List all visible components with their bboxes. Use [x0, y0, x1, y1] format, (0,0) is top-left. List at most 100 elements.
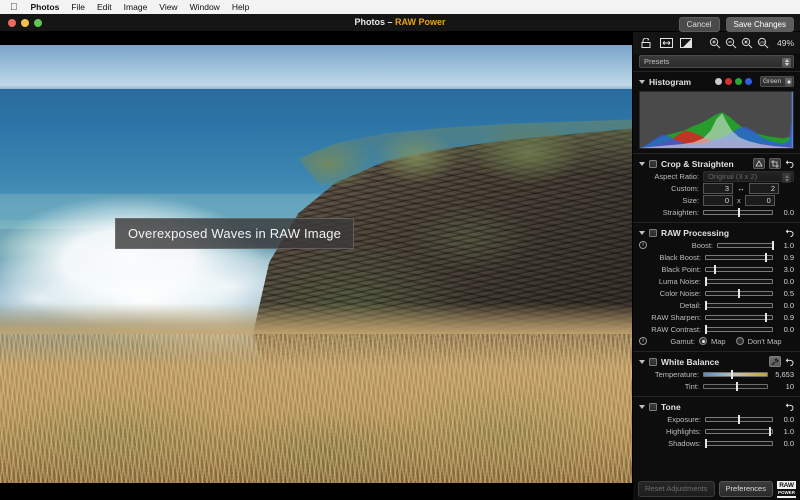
histogram-channel-dropdown[interactable]: Green: [760, 76, 794, 87]
slider-control[interactable]: [705, 426, 773, 436]
histogram-dot-white[interactable]: [715, 78, 722, 85]
tone-revert-icon[interactable]: [785, 402, 794, 412]
reset-adjustments-button[interactable]: Reset Adjustments: [638, 481, 715, 497]
slider-row: Exposure: 0.0: [639, 413, 794, 425]
tint-knob[interactable]: [735, 381, 738, 391]
crop-enable-checkbox[interactable]: [649, 159, 657, 168]
slider-knob[interactable]: [704, 324, 707, 334]
slider-knob[interactable]: [772, 240, 774, 250]
zoom-in-icon[interactable]: [708, 37, 722, 49]
custom-width-field[interactable]: 3: [703, 182, 733, 194]
menu-item-photos[interactable]: Photos: [25, 0, 66, 14]
link-dimensions-icon[interactable]: ↔: [737, 184, 745, 193]
slider-knob[interactable]: [765, 312, 768, 322]
slider-label: Detail:: [679, 300, 701, 310]
gamut-info-icon[interactable]: i: [639, 337, 647, 345]
gamut-dont-map-radio[interactable]: [735, 337, 744, 345]
white-balance-enable-checkbox[interactable]: [649, 357, 657, 366]
menu-item-help[interactable]: Help: [226, 0, 255, 14]
photo-preview[interactable]: [0, 45, 632, 483]
levels-icon[interactable]: [679, 37, 693, 49]
rotate-icon[interactable]: [639, 37, 653, 49]
temperature-label: Temperature:: [654, 369, 699, 379]
white-balance-revert-icon[interactable]: [785, 357, 794, 367]
presets-dropdown[interactable]: Presets: [639, 55, 794, 68]
slider-control[interactable]: [705, 252, 773, 262]
slider-value: 0.9: [783, 252, 794, 262]
eyedropper-icon[interactable]: [769, 356, 781, 367]
raw-processing-disclosure-icon[interactable]: [639, 230, 645, 235]
slider-knob[interactable]: [769, 426, 772, 436]
tone-disclosure-icon[interactable]: [639, 404, 645, 409]
temperature-slider[interactable]: [703, 369, 768, 379]
tint-slider[interactable]: [703, 381, 768, 391]
zoom-fit-icon[interactable]: [740, 37, 754, 49]
slider-control[interactable]: [705, 288, 773, 298]
menu-item-view[interactable]: View: [153, 0, 183, 14]
histogram-dot-green[interactable]: [735, 78, 742, 85]
histogram-section: Histogram Green: [633, 71, 800, 153]
svg-text:100: 100: [759, 41, 765, 45]
tone-enable-checkbox[interactable]: [649, 402, 657, 411]
histogram-dot-red[interactable]: [725, 78, 732, 85]
crop-title: Crop & Straighten: [661, 158, 734, 169]
boost-info-icon[interactable]: i: [639, 241, 647, 249]
temperature-track: [703, 371, 768, 377]
slider-knob[interactable]: [704, 300, 707, 310]
aspect-ratio-dropdown[interactable]: Original (3 x 2): [703, 170, 794, 183]
white-balance-disclosure-icon[interactable]: [639, 359, 645, 364]
raw-processing-enable-checkbox[interactable]: [649, 228, 657, 237]
slider-control[interactable]: [704, 276, 773, 286]
image-canvas[interactable]: Overexposed Waves in RAW Image: [0, 32, 632, 500]
slider-label: Exposure:: [667, 414, 701, 424]
crop-orientation-icon[interactable]: [769, 158, 781, 169]
slider-control[interactable]: [705, 312, 773, 322]
slider-knob[interactable]: [738, 414, 740, 424]
crop-disclosure-icon[interactable]: [639, 161, 645, 166]
gamut-map-radio[interactable]: [699, 337, 707, 345]
zoom-out-icon[interactable]: [724, 37, 738, 49]
cancel-button[interactable]: Cancel: [678, 17, 720, 32]
slider-control[interactable]: [704, 300, 773, 310]
menu-item-image[interactable]: Image: [118, 0, 154, 14]
apple-logo-icon[interactable]: : [6, 1, 25, 14]
aspect-ratio-stepper-icon[interactable]: [782, 173, 791, 183]
slider-control[interactable]: [705, 264, 773, 274]
custom-label: Custom:: [671, 183, 699, 193]
straighten-tool-icon[interactable]: [753, 158, 765, 169]
presets-stepper-icon[interactable]: [782, 57, 791, 68]
slider-control[interactable]: [704, 438, 773, 448]
photo-sky: [0, 45, 632, 89]
size-height-field[interactable]: 0: [744, 194, 775, 206]
menu-item-window[interactable]: Window: [184, 0, 226, 14]
raw-processing-section: RAW Processing i Boost: 1.0 Black Boost: 0.9…: [633, 222, 800, 351]
menu-item-edit[interactable]: Edit: [91, 0, 118, 14]
histogram-channel-stepper-icon[interactable]: [785, 78, 792, 86]
slider-knob[interactable]: [704, 276, 707, 286]
raw-processing-revert-icon[interactable]: [785, 228, 794, 238]
slider-knob[interactable]: [704, 438, 707, 448]
crop-revert-icon[interactable]: [785, 159, 794, 169]
slider-control[interactable]: [705, 414, 773, 424]
photo-grass-fade: [0, 303, 632, 335]
slider-knob[interactable]: [765, 252, 768, 262]
histogram-dot-blue[interactable]: [745, 78, 752, 85]
custom-height-field[interactable]: 2: [749, 182, 779, 194]
zoom-100-icon[interactable]: 100: [756, 37, 770, 49]
slider-row: Highlights: 1.0: [639, 425, 794, 437]
flip-horizontal-icon[interactable]: [659, 37, 673, 49]
temperature-knob[interactable]: [731, 369, 734, 379]
aspect-ratio-label: Aspect Ratio:: [654, 171, 699, 181]
size-width-field[interactable]: 0: [703, 194, 733, 206]
straighten-knob[interactable]: [738, 207, 740, 217]
save-changes-button[interactable]: Save Changes: [725, 17, 794, 32]
menu-item-file[interactable]: File: [65, 0, 91, 14]
slider-control[interactable]: [704, 324, 773, 334]
histogram-disclosure-icon[interactable]: [639, 79, 645, 84]
slider-knob[interactable]: [738, 288, 740, 298]
slider-control[interactable]: [717, 240, 774, 250]
slider-value: 0.0: [783, 438, 794, 448]
preferences-button[interactable]: Preferences: [718, 481, 773, 497]
slider-knob[interactable]: [713, 264, 716, 274]
straighten-slider[interactable]: [703, 207, 773, 217]
